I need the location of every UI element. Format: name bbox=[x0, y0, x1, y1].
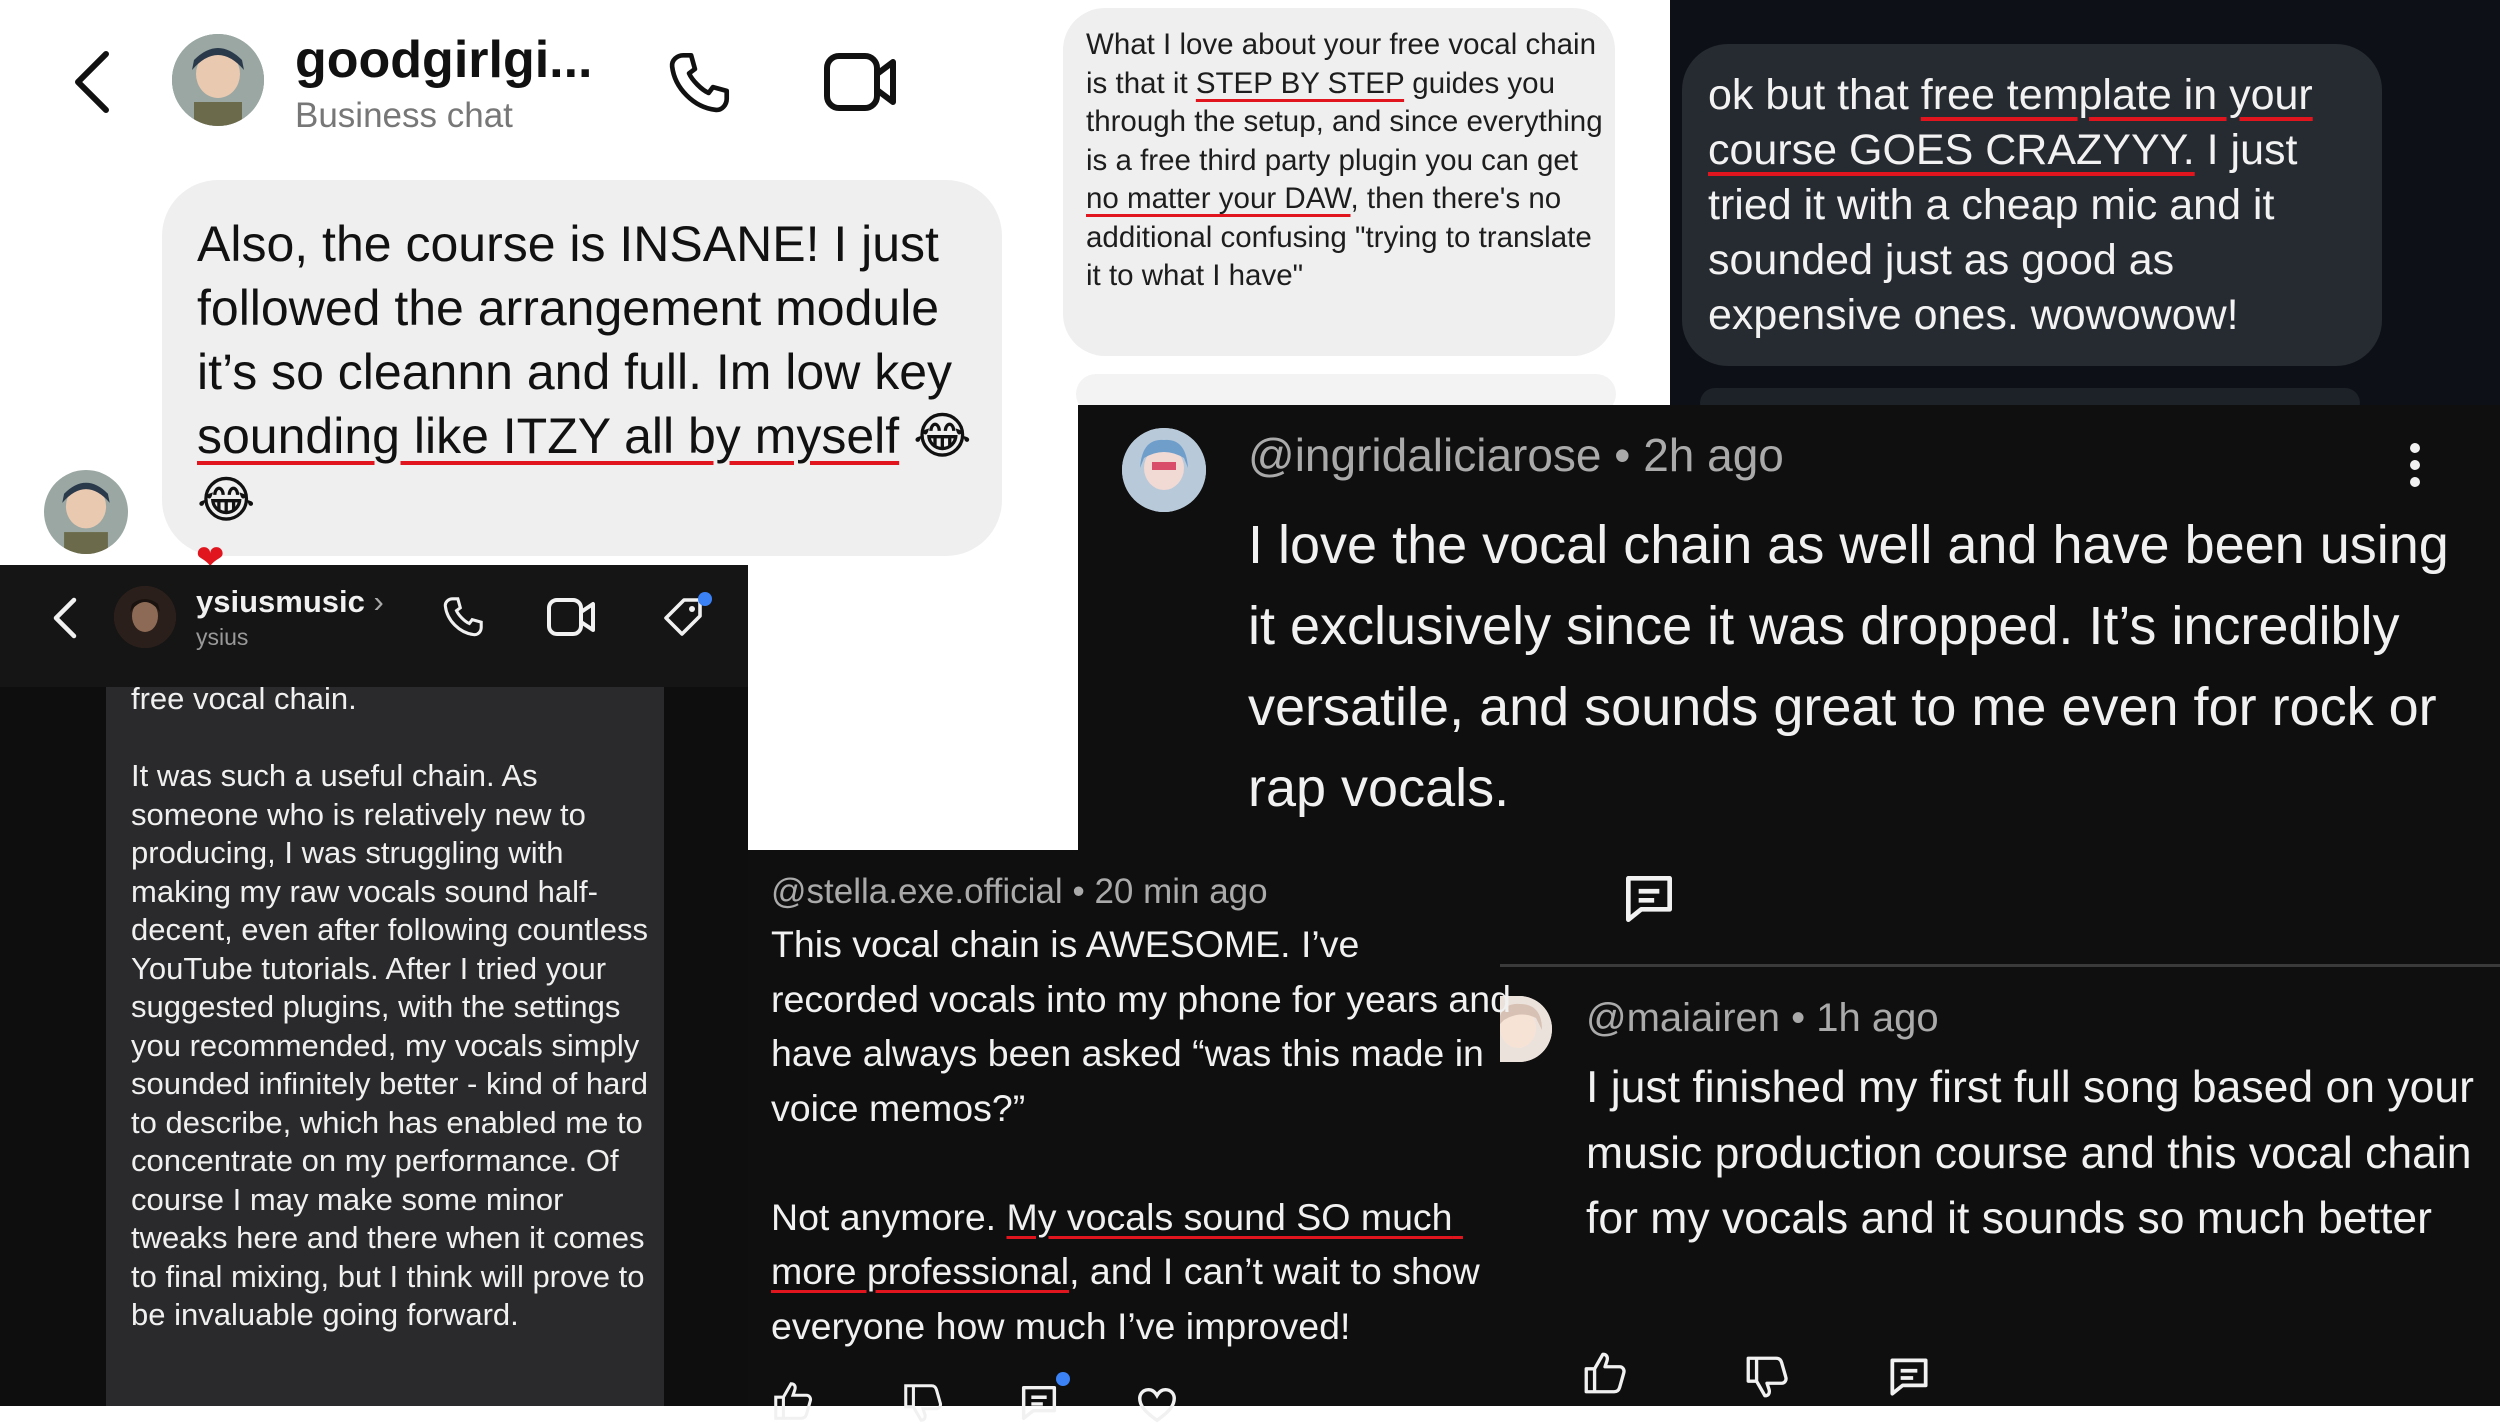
thumbs-down-icon[interactable] bbox=[1742, 1352, 1792, 1402]
video-call-icon[interactable] bbox=[546, 596, 596, 638]
divider bbox=[1495, 964, 2500, 967]
notification-dot bbox=[1056, 1372, 1070, 1386]
reply-icon[interactable] bbox=[1618, 868, 1680, 930]
back-arrow-icon[interactable] bbox=[50, 596, 78, 640]
phone-icon[interactable] bbox=[440, 594, 486, 640]
comment-handle[interactable]: @maiairen bbox=[1586, 996, 1780, 1040]
avatar[interactable] bbox=[114, 586, 176, 648]
highlight: sounding like ITZY all by myself bbox=[197, 408, 900, 464]
comment-text: I love the vocal chain as well and have … bbox=[1248, 515, 2449, 818]
chat-username[interactable]: ysiusmusic › bbox=[196, 584, 384, 620]
comment-meta: @stella.exe.official • 20 min ago bbox=[771, 872, 1268, 911]
chat-username[interactable]: goodgirlgi... bbox=[295, 30, 593, 90]
comment-handle[interactable]: @ingridaliciarose bbox=[1248, 429, 1602, 481]
back-arrow-icon[interactable] bbox=[70, 48, 114, 116]
highlight: no matter your DAW bbox=[1086, 182, 1351, 215]
avatar[interactable] bbox=[172, 34, 264, 126]
comment-time: 2h ago bbox=[1643, 429, 1784, 481]
comment-handle[interactable]: @stella.exe.official bbox=[771, 872, 1063, 911]
chat-subtitle: Business chat bbox=[295, 96, 513, 135]
comment-time: 1h ago bbox=[1816, 996, 1939, 1040]
comment-text: This vocal chain is AWESOME. I’ve record… bbox=[771, 923, 1511, 1347]
thumbs-up-icon[interactable] bbox=[770, 1378, 816, 1424]
message-text: Also, the course is INSANE! I just follo… bbox=[197, 216, 972, 528]
comment-meta: @maiairen • 1h ago bbox=[1586, 996, 1939, 1040]
notification-dot bbox=[698, 592, 712, 606]
chat-subtitle: ysius bbox=[196, 624, 249, 650]
more-options-icon[interactable] bbox=[2400, 440, 2430, 490]
message-text: ok but that free template in your course… bbox=[1708, 71, 2313, 339]
thumbs-down-icon[interactable] bbox=[900, 1380, 946, 1426]
reply-icon[interactable] bbox=[1016, 1380, 1062, 1426]
thumbs-up-icon[interactable] bbox=[1580, 1348, 1630, 1398]
chevron-right-icon: › bbox=[373, 584, 384, 619]
highlight: STEP BY STEP bbox=[1195, 66, 1405, 100]
avatar[interactable] bbox=[44, 470, 128, 554]
video-call-icon[interactable] bbox=[823, 50, 897, 114]
heart-icon[interactable] bbox=[1134, 1382, 1180, 1428]
reply-icon[interactable] bbox=[1884, 1352, 1934, 1402]
comment-meta: @ingridaliciarose • 2h ago bbox=[1248, 429, 1784, 481]
message-text: free vocal chain. It was such a useful c… bbox=[131, 681, 648, 1332]
comment-text: I just finished my first full song based… bbox=[1586, 1063, 2474, 1243]
message-text: What I love about your free vocal chain … bbox=[1086, 28, 1603, 292]
phone-icon[interactable] bbox=[664, 48, 734, 118]
comment-time: 20 min ago bbox=[1094, 872, 1268, 911]
avatar[interactable] bbox=[1122, 428, 1206, 512]
